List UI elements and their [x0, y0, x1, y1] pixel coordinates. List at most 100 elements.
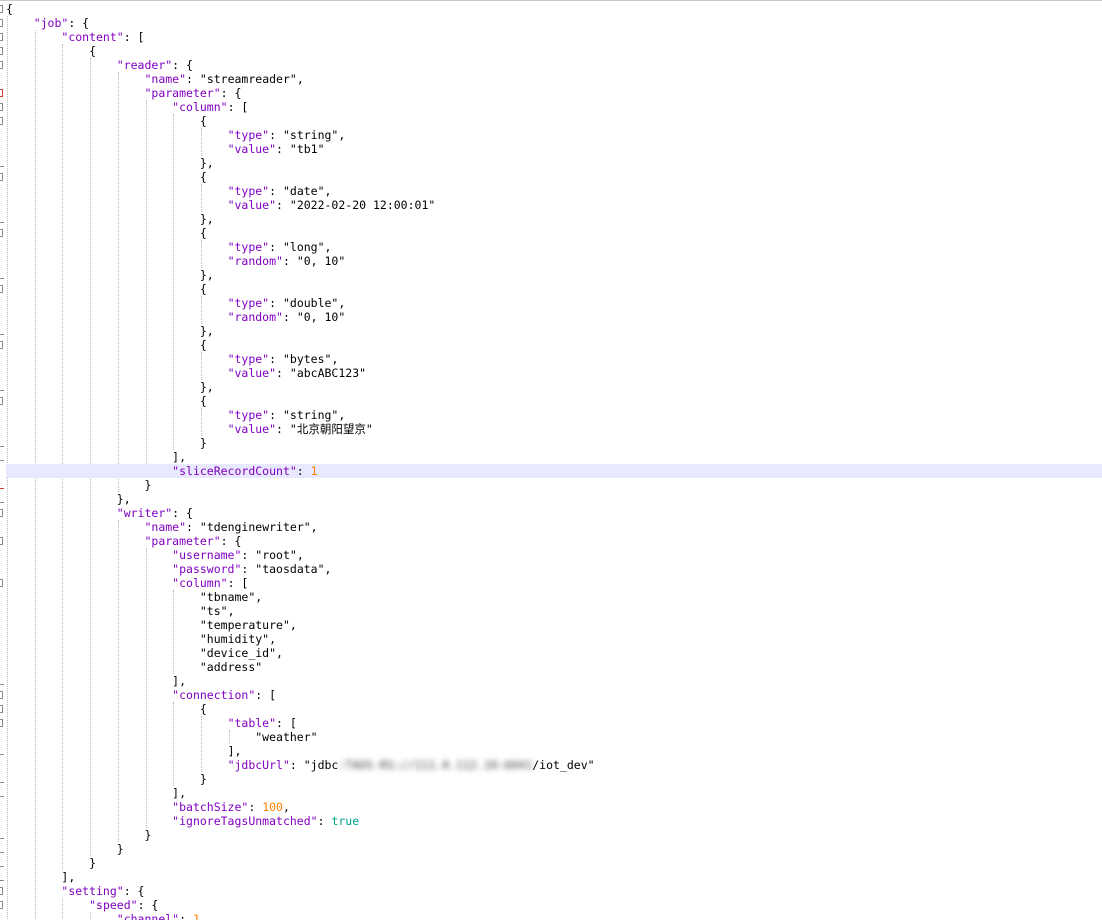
code-line[interactable]: "parameter": { [6, 534, 241, 548]
code-line[interactable]: "jdbcUrl": "jdbc:TAOS-RS://111.0.112.10:… [6, 758, 595, 772]
code-line[interactable]: "temperature", [6, 618, 297, 632]
code-line[interactable]: } [6, 436, 207, 450]
code-line[interactable]: "writer": { [6, 506, 193, 520]
code-line[interactable]: } [6, 856, 96, 870]
code-line[interactable]: "column": [ [6, 576, 248, 590]
code-line[interactable]: "value": "abcABC123" [6, 366, 367, 380]
fold-toggle-icon[interactable] [0, 397, 3, 405]
code-line[interactable]: "name": "tdenginewriter", [6, 520, 317, 534]
code-line[interactable]: } [6, 842, 124, 856]
code-line[interactable]: "ts", [6, 604, 235, 618]
code-line[interactable]: "random": "0, 10" [6, 254, 346, 268]
fold-toggle-icon[interactable] [0, 117, 3, 125]
code-line[interactable]: }, [6, 156, 214, 170]
code-line[interactable]: }, [6, 268, 214, 282]
fold-end-marker [0, 684, 4, 685]
fold-toggle-icon[interactable] [0, 5, 3, 13]
code-line[interactable]: { [6, 338, 207, 352]
fold-toggle-icon[interactable] [0, 103, 3, 111]
code-line[interactable]: { [6, 702, 207, 716]
fold-toggle-icon[interactable] [0, 285, 3, 293]
code-line[interactable]: "batchSize": 100, [6, 800, 290, 814]
code-line[interactable]: ], [6, 786, 186, 800]
code-line[interactable]: "tbname", [6, 590, 262, 604]
code-line[interactable]: { [6, 226, 207, 240]
code-line[interactable]: { [6, 44, 96, 58]
fold-toggle-icon[interactable] [0, 19, 3, 27]
fold-toggle-icon[interactable] [0, 887, 3, 895]
code-line[interactable]: ], [6, 674, 186, 688]
code-line[interactable]: "type": "bytes", [6, 352, 339, 366]
code-line[interactable]: "address" [6, 660, 262, 674]
code-line[interactable]: "value": "北京朝阳望京" [6, 422, 373, 436]
code-line[interactable]: ], [6, 870, 75, 884]
fold-toggle-icon[interactable] [0, 89, 3, 97]
fold-toggle-icon[interactable] [0, 719, 3, 727]
json-string: "humidity" [199, 632, 270, 646]
code-line[interactable]: "setting": { [6, 884, 144, 898]
code-line[interactable]: "type": "long", [6, 240, 332, 254]
code-line[interactable]: { [6, 394, 207, 408]
code-line[interactable]: "channel": 1 [6, 912, 200, 920]
code-line[interactable]: } [6, 828, 151, 842]
fold-toggle-icon[interactable] [0, 229, 3, 237]
fold-toggle-icon[interactable] [0, 509, 3, 517]
code-line[interactable]: "speed": { [6, 898, 158, 912]
fold-toggle-icon[interactable] [0, 47, 3, 55]
code-line[interactable]: "device_id", [6, 646, 283, 660]
fold-toggle-icon[interactable] [0, 691, 3, 699]
redacted-text: :TAOS-RS://111.0.112.10:6041 [338, 758, 533, 772]
code-line[interactable]: }, [6, 380, 214, 394]
fold-toggle-icon[interactable] [0, 33, 3, 41]
code-line[interactable]: "value": "2022-02-20 12:00:01" [6, 198, 436, 212]
code-line[interactable]: "random": "0, 10" [6, 310, 346, 324]
fold-toggle-icon[interactable] [0, 173, 3, 181]
code-line[interactable]: { [6, 282, 207, 296]
fold-toggle-icon[interactable] [0, 579, 3, 587]
code-line[interactable]: } [6, 772, 207, 786]
code-line[interactable]: ], [6, 744, 242, 758]
code-line[interactable]: "type": "string", [6, 128, 346, 142]
fold-toggle-icon[interactable] [0, 341, 3, 349]
code-line[interactable]: "table": [ [6, 716, 297, 730]
json-punctuation: : [289, 758, 304, 772]
code-line[interactable]: { [6, 114, 207, 128]
json-key: "job" [33, 16, 69, 30]
code-line[interactable]: "connection": [ [6, 688, 276, 702]
code-line[interactable]: "content": [ [6, 30, 144, 44]
json-key: "ignoreTagsUnmatched" [172, 814, 318, 828]
code-line[interactable]: "ignoreTagsUnmatched": true [6, 814, 359, 828]
code-line[interactable]: ], [6, 450, 186, 464]
fold-toggle-icon[interactable] [0, 705, 3, 713]
code-line[interactable]: "column": [ [6, 100, 248, 114]
fold-toggle-icon[interactable] [0, 901, 3, 909]
code-line[interactable]: "value": "tb1" [6, 142, 325, 156]
code-line[interactable]: "type": "string", [6, 408, 346, 422]
code-line[interactable]: { [6, 2, 13, 16]
code-editor[interactable]: { "job": { "content": [ { "reader": { "n… [0, 0, 1102, 920]
json-string: "北京朝阳望京" [289, 422, 373, 436]
code-line[interactable]: "humidity", [6, 632, 276, 646]
json-punctuation: : [269, 240, 283, 254]
code-line[interactable]: "name": "streamreader", [6, 72, 303, 86]
code-line[interactable]: "password": "taosdata", [6, 562, 331, 576]
code-line[interactable]: }, [6, 212, 214, 226]
code-line[interactable]: }, [6, 492, 131, 506]
code-line[interactable]: } [6, 478, 151, 492]
code-line[interactable]: "type": "double", [6, 296, 346, 310]
json-key: "writer" [116, 506, 173, 520]
code-line[interactable]: "reader": { [6, 58, 193, 72]
fold-toggle-icon[interactable] [0, 537, 3, 545]
code-line[interactable]: "sliceRecordCount": 1 [6, 464, 317, 478]
json-key: "value" [227, 142, 277, 156]
json-punctuation: }, [199, 156, 214, 170]
code-line[interactable]: "username": "root", [6, 548, 304, 562]
code-line[interactable]: "type": "date", [6, 184, 332, 198]
code-line[interactable]: "weather" [6, 730, 317, 744]
code-line[interactable]: "parameter": { [6, 86, 241, 100]
fold-toggle-icon[interactable] [0, 61, 3, 69]
fold-end-marker [0, 488, 4, 489]
code-line[interactable]: "job": { [6, 16, 89, 30]
code-line[interactable]: }, [6, 324, 214, 338]
code-line[interactable]: { [6, 170, 207, 184]
